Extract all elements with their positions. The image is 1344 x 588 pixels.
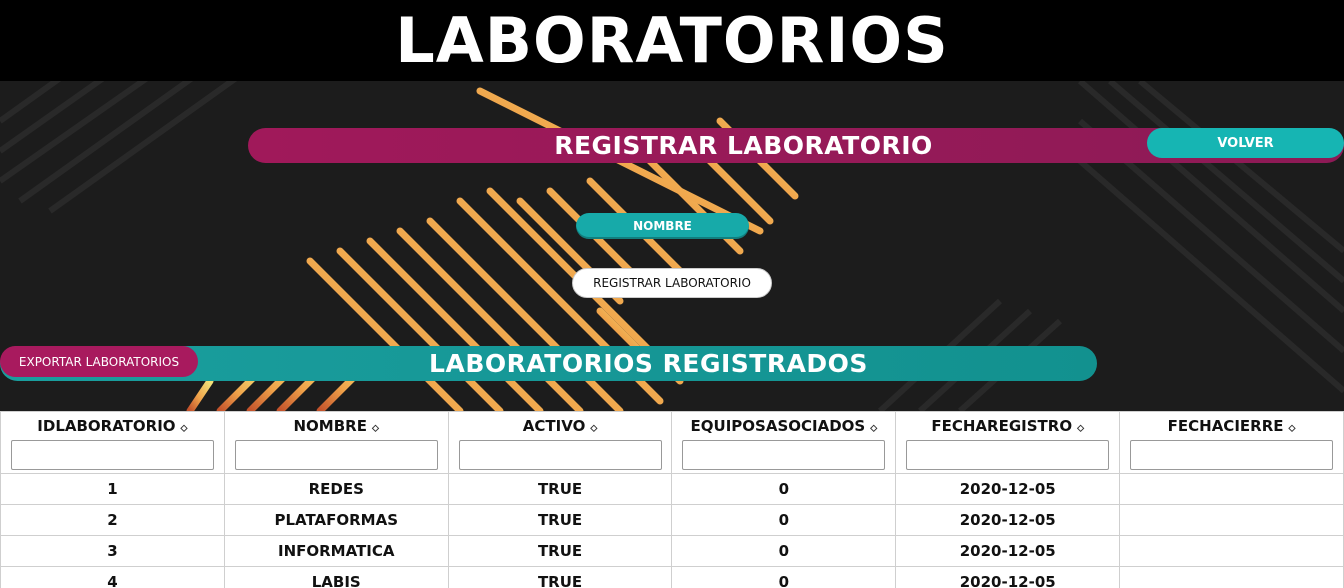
cell-activo: TRUE (447, 504, 673, 536)
laboratories-table: IDLABORATORIO ⬦ NOMBRE ⬦ ACTIVO ⬦ EQUIPOSAS… (0, 411, 1344, 588)
table-header-row: IDLABORATORIO ⬦ NOMBRE ⬦ ACTIVO ⬦ EQUIPOSAS… (0, 411, 1344, 474)
column-header-fecharegistro[interactable]: FECHAREGISTRO ⬦ (895, 411, 1121, 474)
cell-nombre: REDES (223, 473, 449, 505)
cell-nombre: PLATAFORMAS (223, 504, 449, 536)
column-header-idlaboratorio[interactable]: IDLABORATORIO ⬦ (0, 411, 225, 474)
sort-icon[interactable]: ⬦ (181, 423, 188, 434)
cell-activo: TRUE (447, 473, 673, 505)
cell-equiposasociados: 0 (671, 504, 897, 536)
laboratories-table-container: IDLABORATORIO ⬦ NOMBRE ⬦ ACTIVO ⬦ EQUIPOSAS… (0, 411, 1344, 588)
filter-input-activo[interactable] (458, 440, 662, 470)
table-row[interactable]: 1 REDES TRUE 0 2020-12-05 (0, 473, 1344, 505)
register-laboratory-button[interactable]: REGISTRAR LABORATORIO (572, 268, 772, 298)
table-row[interactable]: 2 PLATAFORMAS TRUE 0 2020-12-05 (0, 504, 1344, 536)
column-header-fechacierre[interactable]: FECHACIERRE ⬦ (1119, 411, 1344, 474)
table-row[interactable]: 4 LABIS TRUE 0 2020-12-05 (0, 566, 1344, 588)
cell-nombre: INFORMATICA (223, 535, 449, 567)
cell-idlaboratorio: 4 (0, 566, 225, 588)
export-laboratories-button[interactable]: EXPORTAR LABORATORIOS (0, 346, 198, 377)
cell-activo: TRUE (447, 535, 673, 567)
sort-icon[interactable]: ⬦ (870, 423, 877, 434)
cell-idlaboratorio: 3 (0, 535, 225, 567)
cell-nombre: LABIS (223, 566, 449, 588)
cell-equiposasociados: 0 (671, 535, 897, 567)
cell-fecharegistro: 2020-12-05 (895, 504, 1121, 536)
sort-icon[interactable]: ⬦ (590, 423, 597, 434)
cell-fechacierre (1119, 504, 1344, 536)
page-title: LABORATORIOS (395, 3, 949, 77)
cell-fecharegistro: 2020-12-05 (895, 473, 1121, 505)
filter-input-fechacierre[interactable] (1130, 440, 1334, 470)
cell-fecharegistro: 2020-12-05 (895, 535, 1121, 567)
column-header-label: EQUIPOSASOCIADOS (690, 417, 866, 435)
sort-icon[interactable]: ⬦ (372, 423, 379, 434)
sort-icon[interactable]: ⬦ (1077, 423, 1084, 434)
column-header-label: FECHAREGISTRO (931, 417, 1073, 435)
table-row[interactable]: 3 INFORMATICA TRUE 0 2020-12-05 (0, 535, 1344, 567)
cell-equiposasociados: 0 (671, 473, 897, 505)
cell-idlaboratorio: 2 (0, 504, 225, 536)
column-header-label: FECHACIERRE (1167, 417, 1284, 435)
registered-section-title: LABORATORIOS REGISTRADOS (429, 349, 868, 378)
column-header-activo[interactable]: ACTIVO ⬦ (447, 411, 673, 474)
register-panel: REGISTRAR LABORATORIO VOLVER NOMBRE REGI… (0, 81, 1344, 411)
filter-input-nombre[interactable] (234, 440, 438, 470)
cell-fechacierre (1119, 566, 1344, 588)
cell-idlaboratorio: 1 (0, 473, 225, 505)
back-button[interactable]: VOLVER (1147, 128, 1344, 158)
cell-activo: TRUE (447, 566, 673, 588)
column-header-nombre[interactable]: NOMBRE ⬦ (223, 411, 449, 474)
column-header-label: IDLABORATORIO (37, 417, 176, 435)
cell-fechacierre (1119, 535, 1344, 567)
column-header-label: ACTIVO (522, 417, 586, 435)
filter-input-idlaboratorio[interactable] (10, 440, 214, 470)
cell-equiposasociados: 0 (671, 566, 897, 588)
register-section-title: REGISTRAR LABORATORIO (554, 131, 933, 160)
cell-fecharegistro: 2020-12-05 (895, 566, 1121, 588)
page-header: LABORATORIOS (0, 0, 1344, 81)
filter-input-equiposasociados[interactable] (682, 440, 886, 470)
cell-fechacierre (1119, 473, 1344, 505)
column-header-label: NOMBRE (293, 417, 367, 435)
sort-icon[interactable]: ⬦ (1289, 423, 1296, 434)
filter-input-fecharegistro[interactable] (906, 440, 1110, 470)
column-header-equiposasociados[interactable]: EQUIPOSASOCIADOS ⬦ (671, 411, 897, 474)
name-input[interactable]: NOMBRE (576, 213, 749, 239)
